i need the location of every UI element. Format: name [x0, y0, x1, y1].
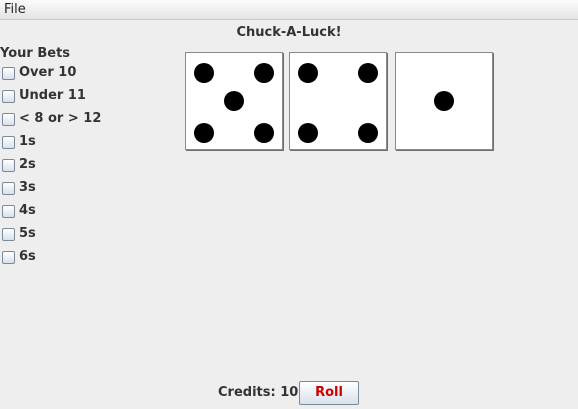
bet-under-11-checkbox[interactable] — [2, 90, 15, 103]
bet-over-10-label: Over 10 — [19, 65, 77, 80]
bet-under-8-or-over-12-label: < 8 or > 12 — [19, 111, 102, 126]
die-pip — [254, 63, 274, 83]
bet-2s-label: 2s — [19, 157, 36, 172]
bet-6s-label: 6s — [19, 249, 36, 264]
die-pip — [194, 63, 214, 83]
die-pip — [358, 123, 378, 143]
bet-1s-label: 1s — [19, 134, 36, 149]
menu-bar: File — [0, 0, 578, 20]
bet-under-11-label: Under 11 — [19, 88, 86, 103]
bet-5s-label: 5s — [19, 226, 36, 241]
bet-3s-checkbox[interactable] — [2, 182, 15, 195]
die-pip — [434, 91, 454, 111]
bet-4s-label: 4s — [19, 203, 36, 218]
die-3 — [395, 52, 493, 150]
die-2 — [289, 52, 387, 150]
bet-under-8-or-over-12-checkbox[interactable] — [2, 113, 15, 126]
die-1 — [185, 52, 283, 150]
credits-label: Credits: 10 — [218, 385, 299, 400]
bet-over-10-checkbox[interactable] — [2, 67, 15, 80]
die-pip — [224, 91, 244, 111]
bet-1s-checkbox[interactable] — [2, 136, 15, 149]
bet-2s-checkbox[interactable] — [2, 159, 15, 172]
bet-3s-label: 3s — [19, 180, 36, 195]
roll-button[interactable]: Roll — [299, 381, 359, 405]
bets-heading: Your Bets — [0, 46, 71, 61]
bet-4s-checkbox[interactable] — [2, 205, 15, 218]
app-window: File Chuck-A-Luck! Your Bets Over 10 Und… — [0, 0, 578, 409]
die-pip — [254, 123, 274, 143]
die-pip — [298, 63, 318, 83]
die-pip — [358, 63, 378, 83]
bet-6s-checkbox[interactable] — [2, 251, 15, 264]
die-pip — [194, 123, 214, 143]
game-title: Chuck-A-Luck! — [236, 25, 342, 40]
die-pip — [298, 123, 318, 143]
bet-5s-checkbox[interactable] — [2, 228, 15, 241]
file-menu[interactable]: File — [4, 2, 26, 17]
